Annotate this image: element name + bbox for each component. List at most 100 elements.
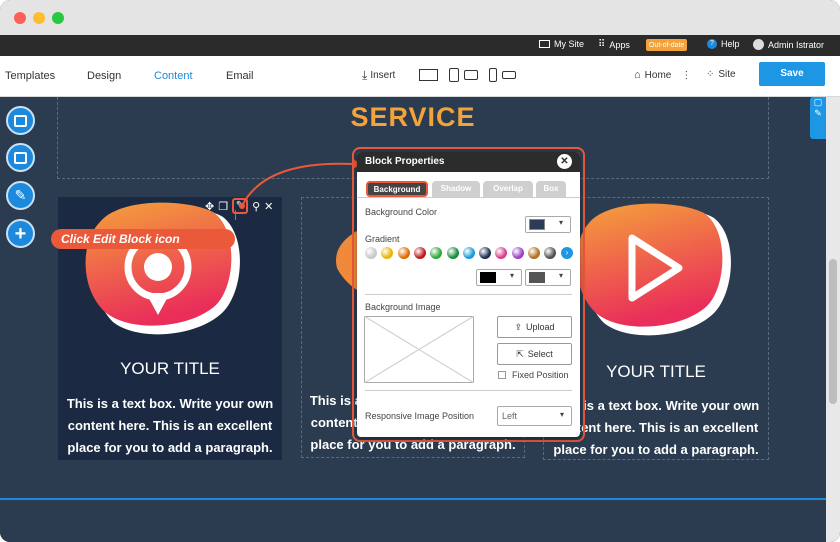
section-divider (365, 390, 572, 391)
badge-label: Out-of-date (649, 41, 685, 49)
gradient-swatch[interactable] (495, 247, 508, 259)
tab-overlap[interactable]: Overlap (483, 181, 533, 197)
chevron-down-icon: ▾ (560, 410, 565, 419)
gradient-color-1-swatch (480, 272, 496, 283)
checkbox-box (498, 371, 506, 379)
tab-content[interactable]: Content (154, 70, 193, 82)
gradient-swatch[interactable] (462, 247, 475, 259)
gradient-swatch[interactable] (446, 247, 459, 259)
help-link[interactable]: ? Help (707, 39, 740, 49)
site-label: Site (718, 69, 736, 80)
app-window: My Site ⠿ Apps Out-of-date ? Help Admin … (0, 0, 840, 542)
gradient-label: Gradient (365, 234, 400, 244)
background-color-swatch (529, 219, 545, 230)
side-tool-tab[interactable]: ▢ ✎ (810, 97, 826, 139)
upload-button[interactable]: ⇪ Upload (497, 316, 572, 338)
plus-icon: + (14, 222, 27, 245)
scrollbar[interactable] (826, 97, 840, 542)
next-swatches-icon[interactable]: › (561, 247, 573, 259)
upload-label: Upload (526, 322, 555, 332)
save-label: Save (780, 68, 804, 79)
duplicate-icon[interactable]: ❐ (218, 200, 228, 213)
move-icon[interactable]: ✥ (205, 200, 214, 213)
tab-shadow-label: Shadow (440, 184, 472, 193)
gradient-swatch[interactable] (413, 247, 426, 259)
scrollbar-thumb[interactable] (829, 259, 837, 404)
select-label: Select (527, 349, 553, 359)
save-button[interactable]: Save (759, 62, 825, 86)
add-block-button[interactable]: + (6, 219, 35, 248)
tablet-view-icon[interactable] (449, 68, 459, 82)
fixed-position-label: Fixed Position (512, 370, 569, 380)
my-site-label: My Site (554, 39, 585, 49)
close-panel-button[interactable]: ✕ (557, 154, 572, 169)
maximize-window-button[interactable] (52, 12, 64, 24)
page-bottom-divider (0, 498, 826, 500)
home-icon: ⌂ (634, 69, 641, 81)
gradient-swatch[interactable] (430, 247, 443, 259)
home-page-dropdown[interactable]: ⌂ Home ⋮ (634, 69, 691, 81)
help-label: Help (721, 39, 740, 49)
desktop-view-icon[interactable] (419, 69, 438, 81)
gradient-swatch[interactable] (397, 247, 410, 259)
select-image-button[interactable]: ⇱ Select (497, 343, 572, 365)
gradient-swatch[interactable] (365, 247, 377, 259)
minimize-window-button[interactable] (33, 12, 45, 24)
list-icon (14, 151, 27, 164)
apps-link[interactable]: ⠿ Apps (598, 39, 630, 50)
site-menu[interactable]: ⁘ Site (706, 69, 736, 80)
select-icon: ⇱ (516, 348, 524, 359)
admin-topbar: My Site ⠿ Apps Out-of-date ? Help Admin … (0, 35, 840, 56)
sitemap-icon: ⁘ (706, 69, 715, 80)
gradient-swatch[interactable] (528, 247, 540, 259)
monitor-icon (539, 40, 550, 48)
section-title: SERVICE (350, 102, 476, 132)
edit-text-button[interactable]: ✎ (6, 181, 35, 210)
close-window-button[interactable] (14, 12, 26, 24)
panel-header: Block Properties ✕ (357, 152, 580, 172)
background-color-picker[interactable]: ▾ (525, 216, 571, 233)
tab-background[interactable]: Background (366, 181, 428, 197)
tab-background-label: Background (373, 185, 421, 194)
responsive-position-value: Left (502, 411, 518, 421)
tab-divider (357, 197, 580, 198)
responsive-position-select[interactable]: Left ▾ (497, 406, 572, 426)
chevron-down-icon: ▾ (559, 271, 564, 280)
tab-shadow[interactable]: Shadow (432, 181, 480, 197)
gradient-color-2-picker[interactable]: ▾ (525, 269, 571, 286)
fixed-position-checkbox[interactable]: Fixed Position (498, 370, 569, 380)
apps-label: Apps (609, 39, 630, 50)
layout-icon (14, 114, 27, 127)
insert-button[interactable]: ⤓ Insert (362, 68, 395, 83)
gradient-color-2-swatch (529, 272, 545, 283)
mobile-view-icon[interactable] (489, 68, 497, 82)
callout-text: Click Edit Block icon (61, 232, 180, 246)
image-placeholder[interactable] (364, 316, 474, 383)
more-icon: ⋮ (681, 69, 692, 81)
gradient-swatch[interactable] (544, 247, 557, 259)
tablet-landscape-icon[interactable] (464, 70, 478, 80)
layout-block-button[interactable] (6, 106, 35, 135)
help-icon: ? (707, 39, 717, 49)
background-image-label: Background Image (365, 302, 441, 312)
gradient-color-1-picker[interactable]: ▾ (476, 269, 522, 286)
gradient-swatch[interactable] (479, 247, 492, 259)
gradient-swatch[interactable] (381, 247, 394, 259)
user-menu[interactable]: Admin Istrator (753, 39, 824, 50)
tab-templates[interactable]: Templates (5, 70, 55, 82)
tab-email[interactable]: Email (226, 70, 254, 82)
tab-design[interactable]: Design (87, 70, 121, 82)
grid-icon: ⠿ (598, 39, 606, 50)
window-titlebar (0, 0, 840, 35)
status-badge[interactable]: Out-of-date (646, 39, 688, 51)
mobile-landscape-icon[interactable] (502, 71, 516, 79)
home-label: Home (644, 69, 672, 81)
my-site-link[interactable]: My Site (539, 39, 584, 49)
download-icon: ⤓ (362, 68, 368, 82)
content-block-button[interactable] (6, 143, 35, 172)
avatar (753, 39, 764, 50)
edit-lines-icon: ✎ (14, 187, 27, 203)
tab-box[interactable]: Box (536, 181, 566, 197)
gradient-swatch[interactable] (511, 247, 524, 259)
insert-label: Insert (370, 70, 396, 81)
